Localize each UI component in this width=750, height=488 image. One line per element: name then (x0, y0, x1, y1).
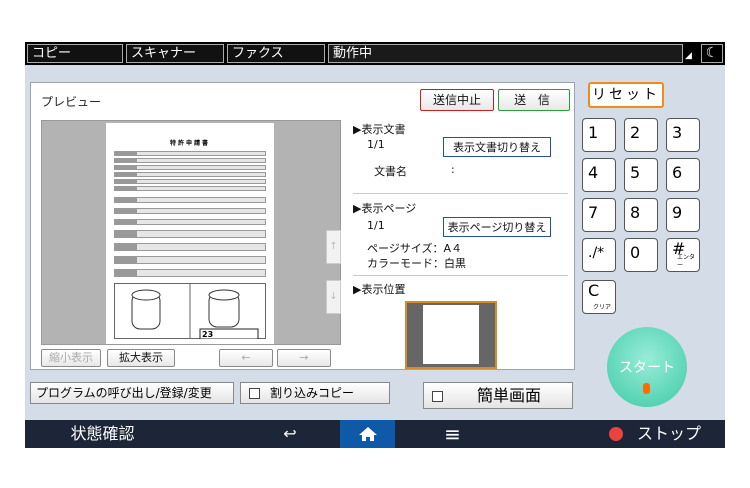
top-bar: コピー スキャナー ファクス 動作中 ◢ ☾ (25, 42, 725, 65)
zoom-view-button[interactable]: 拡大表示 (107, 349, 175, 367)
simple-checkbox (432, 391, 443, 402)
key-1[interactable]: 1 (582, 118, 616, 152)
simple-label: 簡単画面 (477, 386, 542, 405)
doc-row (114, 208, 266, 214)
program-recall-button[interactable]: プログラムの呼び出し/登録/変更 (30, 382, 234, 404)
key-8[interactable]: 8 (624, 198, 658, 232)
device-screen: コピー スキャナー ファクス 動作中 ◢ ☾ プレビュー 送信中止 送 信 特許… (25, 42, 725, 448)
send-button[interactable]: 送 信 (498, 89, 570, 111)
nav-bar: 状態確認 ↩ ≡ ストップ (25, 420, 725, 448)
divider (353, 193, 568, 194)
key-4[interactable]: 4 (582, 158, 616, 192)
doc-row (114, 165, 266, 170)
doc-row (114, 172, 266, 177)
doc-count: 1/1 (367, 138, 385, 151)
page-section-title: ▶表示ページ (353, 202, 417, 215)
status-check-button[interactable]: 状態確認 (25, 420, 180, 448)
page-count: 1/1 (367, 219, 385, 232)
document-title: 特許申請書 (169, 140, 210, 147)
preview-scroll: ↑ ↓ (326, 230, 341, 344)
menu-button[interactable]: ≡ (430, 420, 475, 448)
start-label: スタート (619, 360, 675, 376)
preview-panel: プレビュー 送信中止 送 信 特許申請書 23 ↑ ↓ 縮小表示 拡大表示 ← … (30, 82, 575, 370)
stop-button[interactable]: ストップ (585, 420, 725, 448)
simple-screen-button[interactable]: 簡単画面 (423, 382, 573, 409)
document-thumbnail: 特許申請書 23 (106, 123, 274, 344)
doc-row (114, 179, 266, 184)
corner-triangle-icon: ◢ (685, 51, 692, 61)
home-icon (359, 427, 377, 441)
stop-icon (608, 427, 623, 441)
key-hash-enter[interactable]: # エンター (666, 238, 700, 272)
key-5[interactable]: 5 (624, 158, 658, 192)
doc-row (114, 151, 266, 156)
start-button[interactable]: スタート (607, 327, 687, 407)
shrink-view-button[interactable]: 縮小表示 (41, 349, 101, 367)
enter-sub-label: エンター (677, 254, 696, 269)
doc-row (114, 243, 266, 251)
key-3[interactable]: 3 (666, 118, 700, 152)
clear-key-label: C (588, 281, 600, 300)
doc-row (114, 158, 266, 163)
stop-label: ストップ (636, 424, 701, 443)
divider (353, 275, 568, 276)
back-button[interactable]: ↩ (265, 420, 315, 448)
start-indicator-light (643, 383, 650, 394)
interrupt-label: 割り込みコピー (270, 386, 355, 400)
doc-row (114, 197, 266, 203)
home-button[interactable] (340, 420, 395, 448)
doc-row (114, 256, 266, 264)
doc-illustration (114, 283, 266, 339)
doc-switch-button[interactable]: 表示文書切り替え (443, 137, 551, 157)
page-size: ページサイズ：A４ (367, 242, 462, 255)
interrupt-copy-button[interactable]: 割り込みコピー (240, 382, 390, 404)
tab-copy[interactable]: コピー (27, 44, 123, 63)
tab-scanner[interactable]: スキャナー (126, 44, 224, 63)
position-section-title: ▶表示位置 (353, 283, 406, 296)
status-tab-busy: 動作中 (328, 44, 683, 63)
key-6[interactable]: 6 (666, 158, 700, 192)
next-page-button[interactable]: → (277, 349, 331, 367)
doc-name-value: : (451, 163, 455, 176)
cancel-send-button[interactable]: 送信中止 (420, 89, 494, 111)
reset-button[interactable]: リセット (588, 82, 664, 108)
tab-fax[interactable]: ファクス (227, 44, 325, 63)
scroll-down-button[interactable]: ↓ (326, 280, 341, 314)
key-clear[interactable]: C クリア (582, 280, 616, 314)
moon-icon[interactable]: ☾ (701, 44, 723, 63)
doc-name-label: 文書名 (374, 165, 407, 178)
doc-row (114, 219, 266, 225)
preview-area: 特許申請書 23 ↑ ↓ 縮小表示 拡大表示 ← → (41, 120, 341, 367)
preview-viewport[interactable]: 特許申請書 23 (41, 120, 341, 345)
doc-row (114, 269, 266, 277)
key-2[interactable]: 2 (624, 118, 658, 152)
clear-sub-label: クリア (593, 304, 612, 311)
doc-row (114, 230, 266, 238)
key-7[interactable]: 7 (582, 198, 616, 232)
key-9[interactable]: 9 (666, 198, 700, 232)
display-position-map[interactable] (405, 301, 497, 369)
page-switch-button[interactable]: 表示ページ切り替え (443, 217, 551, 237)
scroll-up-button[interactable]: ↑ (326, 230, 341, 264)
interrupt-checkbox (249, 388, 260, 399)
key-0[interactable]: 0 (624, 238, 658, 272)
doc-section-title: ▶表示文書 (353, 123, 406, 136)
color-mode: カラーモード：白黒 (367, 257, 466, 270)
doc-row (114, 186, 266, 191)
panel-title: プレビュー (41, 95, 102, 109)
key-dot-star[interactable]: ./* (582, 238, 616, 272)
page-badge: 23 (202, 330, 214, 339)
prev-page-button[interactable]: ← (219, 349, 273, 367)
